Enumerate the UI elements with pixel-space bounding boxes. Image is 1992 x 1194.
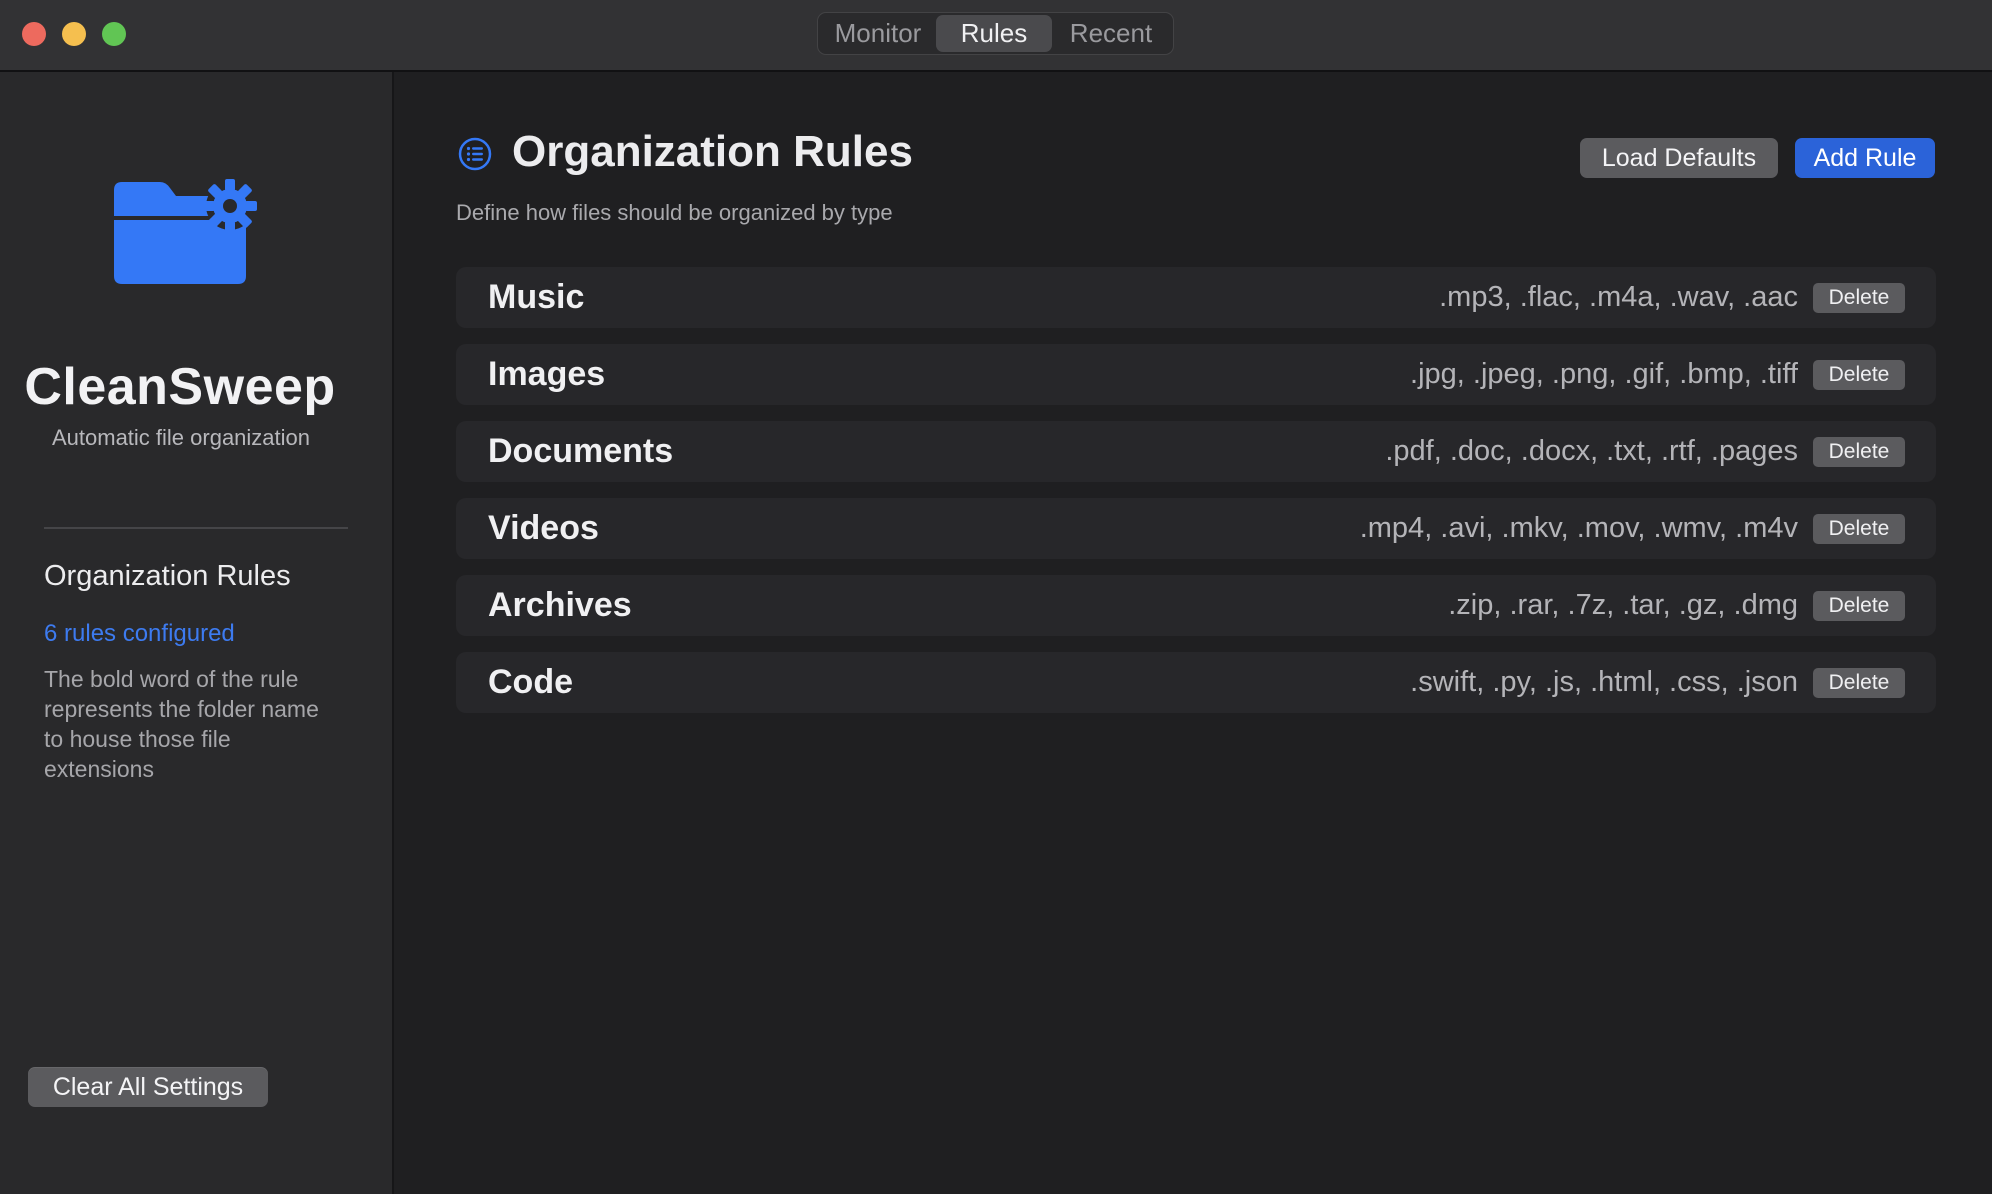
- rule-extensions: .swift, .py, .js, .html, .css, .json: [1410, 666, 1798, 698]
- rule-extensions: .pdf, .doc, .docx, .txt, .rtf, .pages: [1385, 435, 1798, 467]
- title-bar: Monitor Rules Recent: [0, 0, 1992, 72]
- rule-row-music: Music .mp3, .flac, .m4a, .wav, .aac Dele…: [456, 267, 1936, 328]
- tab-monitor[interactable]: Monitor: [820, 15, 936, 52]
- rule-row-code: Code .swift, .py, .js, .html, .css, .jso…: [456, 652, 1936, 713]
- rule-row-videos: Videos .mp4, .avi, .mkv, .mov, .wmv, .m4…: [456, 498, 1936, 559]
- rule-extensions: .jpg, .jpeg, .png, .gif, .bmp, .tiff: [1410, 358, 1798, 390]
- app-window: Monitor Rules Recent CleanSweep Automati…: [0, 0, 1992, 1194]
- delete-rule-button[interactable]: Delete: [1813, 437, 1905, 467]
- rule-row-documents: Documents .pdf, .doc, .docx, .txt, .rtf,…: [456, 421, 1936, 482]
- sidebar-section-title: Organization Rules: [44, 560, 291, 592]
- rule-row-archives: Archives .zip, .rar, .7z, .tar, .gz, .dm…: [456, 575, 1936, 636]
- close-window-button[interactable]: [22, 22, 46, 46]
- delete-rule-button[interactable]: Delete: [1813, 591, 1905, 621]
- tab-recent[interactable]: Recent: [1052, 15, 1170, 52]
- rule-folder-name: Images: [488, 355, 606, 393]
- rule-folder-name: Music: [488, 278, 585, 316]
- delete-rule-button[interactable]: Delete: [1813, 360, 1905, 390]
- load-defaults-button[interactable]: Load Defaults: [1580, 138, 1778, 178]
- rules-help-text: The bold word of the rule represents the…: [44, 666, 319, 782]
- page-title: Organization Rules: [512, 127, 913, 176]
- list-bullet-icon: [458, 137, 492, 171]
- folder-gear-icon: [114, 179, 257, 284]
- rule-folder-name: Archives: [488, 586, 632, 624]
- add-rule-button[interactable]: Add Rule: [1795, 138, 1935, 178]
- rules-count-link[interactable]: 6 rules configured: [44, 620, 235, 648]
- rule-folder-name: Code: [488, 663, 573, 701]
- rule-folder-name: Documents: [488, 432, 674, 470]
- rule-row-images: Images .jpg, .jpeg, .png, .gif, .bmp, .t…: [456, 344, 1936, 405]
- sidebar-divider: [44, 527, 348, 529]
- rule-extensions: .mp3, .flac, .m4a, .wav, .aac: [1439, 281, 1798, 313]
- app-tagline: Automatic file organization: [51, 425, 311, 450]
- rules-panel: Organization Rules Define how files shou…: [394, 72, 1992, 1194]
- zoom-window-button[interactable]: [102, 22, 126, 46]
- app-name: CleanSweep: [24, 358, 336, 416]
- delete-rule-button[interactable]: Delete: [1813, 668, 1905, 698]
- clear-all-settings-button[interactable]: Clear All Settings: [28, 1067, 268, 1107]
- rule-folder-name: Videos: [488, 509, 599, 547]
- rule-extensions: .zip, .rar, .7z, .tar, .gz, .dmg: [1448, 589, 1798, 621]
- rules-list: Music .mp3, .flac, .m4a, .wav, .aac Dele…: [456, 267, 1936, 729]
- delete-rule-button[interactable]: Delete: [1813, 514, 1905, 544]
- rule-extensions: .mp4, .avi, .mkv, .mov, .wmv, .m4v: [1359, 512, 1798, 544]
- view-tab-control: Monitor Rules Recent: [817, 12, 1174, 55]
- page-subtitle: Define how files should be organized by …: [456, 200, 893, 225]
- sidebar: CleanSweep Automatic file organization O…: [0, 72, 394, 1194]
- minimize-window-button[interactable]: [62, 22, 86, 46]
- tab-rules[interactable]: Rules: [936, 15, 1052, 52]
- delete-rule-button[interactable]: Delete: [1813, 283, 1905, 313]
